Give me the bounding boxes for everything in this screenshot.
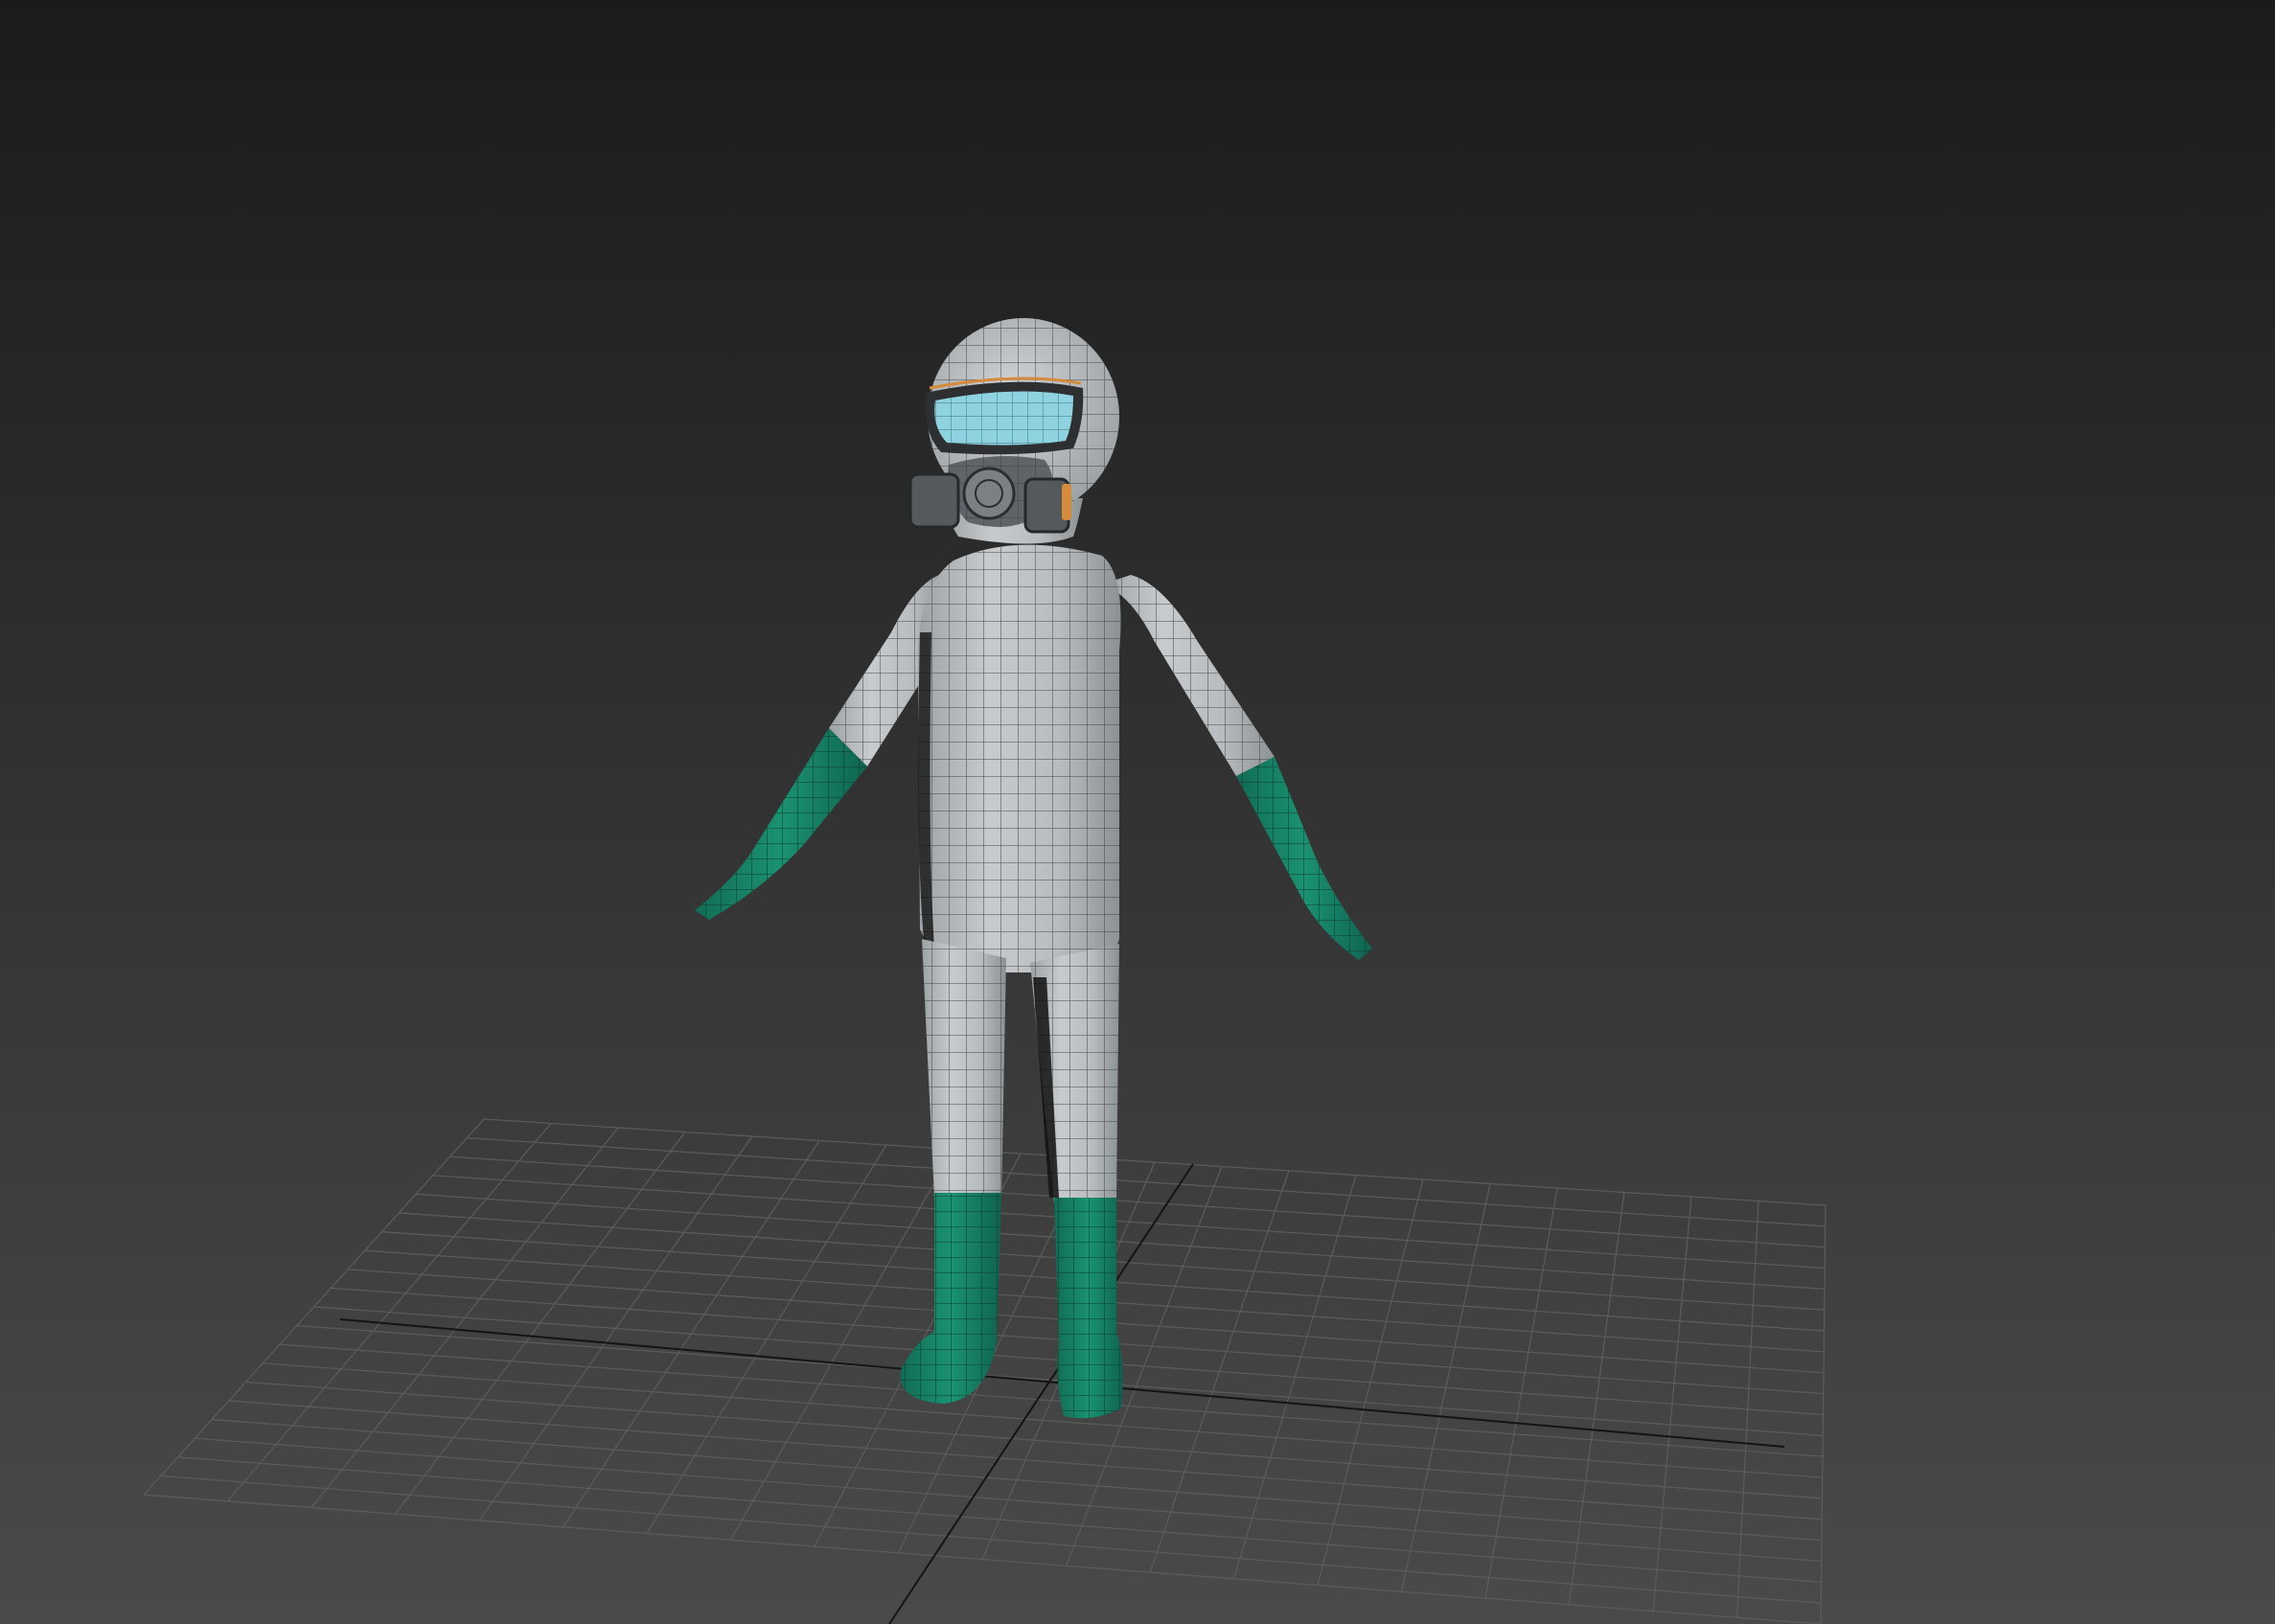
3d-viewport[interactable]: [0, 0, 2275, 1624]
left-leg: [900, 939, 1006, 1404]
grid-line: [1652, 1196, 1692, 1612]
gas-mask: [908, 456, 1071, 534]
grid-line: [177, 1456, 1822, 1583]
grid-line: [143, 1494, 1822, 1624]
left-arm: [695, 575, 949, 920]
grid-line: [1568, 1192, 1625, 1605]
goggles: [925, 377, 1084, 455]
character-model[interactable]: [695, 318, 1372, 1419]
grid-line: [160, 1475, 1822, 1604]
scene-svg: [143, 318, 1827, 1624]
right-arm: [1102, 575, 1372, 960]
torso: [918, 544, 1121, 972]
right-leg: [1030, 944, 1123, 1419]
